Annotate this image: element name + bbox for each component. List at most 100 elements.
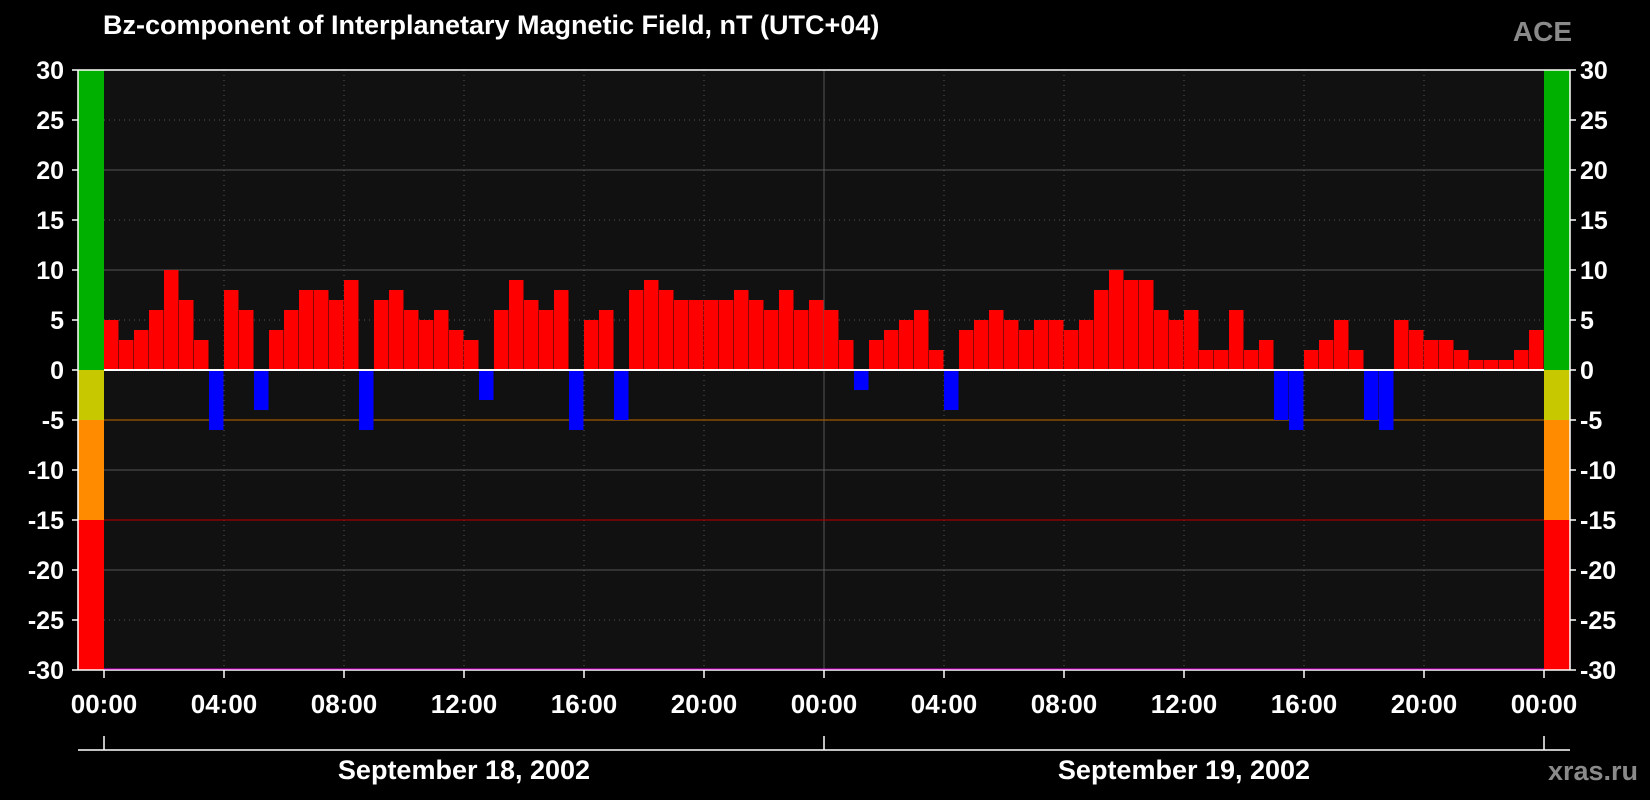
data-bar — [194, 340, 209, 370]
data-bar — [1019, 330, 1034, 370]
data-bar — [1334, 320, 1349, 370]
y-tick-label-right: 15 — [1580, 207, 1608, 235]
data-bar — [1049, 320, 1064, 370]
data-bar — [899, 320, 914, 370]
data-bar — [329, 300, 344, 370]
data-bar — [1139, 280, 1154, 370]
data-bar — [179, 300, 194, 370]
data-bar — [839, 340, 854, 370]
y-tick-label-right: 20 — [1580, 157, 1608, 185]
color-band-right — [1544, 520, 1570, 670]
data-bar — [239, 310, 254, 370]
data-bar — [584, 320, 599, 370]
data-bar — [809, 300, 824, 370]
data-bar — [1454, 350, 1469, 370]
data-bar — [1529, 330, 1544, 370]
data-bar — [1154, 310, 1169, 370]
x-tick-label: 00:00 — [71, 689, 138, 719]
data-bar — [164, 270, 179, 370]
data-bar — [1274, 370, 1289, 420]
data-bar — [854, 370, 869, 390]
x-tick-label: 16:00 — [1271, 689, 1338, 719]
data-bar — [1469, 360, 1484, 370]
data-bar — [1199, 350, 1214, 370]
y-tick-label-right: 0 — [1580, 357, 1594, 385]
data-bar — [1214, 350, 1229, 370]
data-bar — [1094, 290, 1109, 370]
x-tick-label: 04:00 — [911, 689, 978, 719]
x-tick-label: 16:00 — [551, 689, 618, 719]
y-tick-label-right: -30 — [1580, 657, 1616, 685]
data-bar — [119, 340, 134, 370]
data-bar — [764, 310, 779, 370]
data-bar — [134, 330, 149, 370]
x-tick-label: 12:00 — [431, 689, 498, 719]
data-bar — [914, 310, 929, 370]
bz-chart: 30 30 25 25 20 20 15 15 10 10 5 5 0 0 -5 -5 -10 -10 -15 -15… — [28, 57, 1616, 785]
x-tick-label: 12:00 — [1151, 689, 1218, 719]
data-bar — [389, 290, 404, 370]
date-label: September 18, 2002 — [338, 755, 590, 785]
data-bar — [629, 290, 644, 370]
y-tick-label-left: -15 — [28, 507, 64, 535]
x-tick-label: 20:00 — [671, 689, 738, 719]
color-band-left — [78, 70, 104, 370]
data-bar — [959, 330, 974, 370]
data-bar — [344, 280, 359, 370]
date-label: September 19, 2002 — [1058, 755, 1310, 785]
x-tick-label: 00:00 — [791, 689, 858, 719]
data-bar — [299, 290, 314, 370]
data-bar — [104, 320, 119, 370]
data-bar — [1064, 330, 1079, 370]
y-tick-label-left: 5 — [50, 307, 64, 335]
data-bar — [1304, 350, 1319, 370]
data-bar — [659, 290, 674, 370]
data-bar — [269, 330, 284, 370]
data-bar — [554, 290, 569, 370]
y-tick-label-right: -20 — [1580, 557, 1616, 585]
data-bar — [704, 300, 719, 370]
data-bar — [689, 300, 704, 370]
data-bar — [1349, 350, 1364, 370]
data-bar — [1394, 320, 1409, 370]
data-bar — [149, 310, 164, 370]
data-bar — [509, 280, 524, 370]
y-tick-label-left: -10 — [28, 457, 64, 485]
data-bar — [644, 280, 659, 370]
y-tick-label-left: 25 — [36, 107, 64, 135]
y-tick-label-right: 30 — [1580, 57, 1608, 85]
data-bar — [224, 290, 239, 370]
color-band-right — [1544, 370, 1570, 420]
y-tick-label-right: 5 — [1580, 307, 1594, 335]
y-tick-label-right: 10 — [1580, 257, 1608, 285]
data-bar — [524, 300, 539, 370]
data-bar — [929, 350, 944, 370]
data-bar — [1229, 310, 1244, 370]
data-bar — [734, 290, 749, 370]
data-bar — [779, 290, 794, 370]
data-bar — [869, 340, 884, 370]
color-band-left — [78, 420, 104, 520]
color-band-left — [78, 370, 104, 420]
data-bar — [719, 300, 734, 370]
y-tick-label-left: 20 — [36, 157, 64, 185]
x-tick-label: 00:00 — [1511, 689, 1578, 719]
data-bar — [1424, 340, 1439, 370]
data-bar — [989, 310, 1004, 370]
data-bar — [974, 320, 989, 370]
y-tick-label-left: -20 — [28, 557, 64, 585]
data-bar — [419, 320, 434, 370]
color-band-right — [1544, 420, 1570, 520]
y-tick-label-right: -25 — [1580, 607, 1616, 635]
data-bar — [254, 370, 269, 410]
data-bar — [464, 340, 479, 370]
x-tick-label: 08:00 — [1031, 689, 1098, 719]
data-bar — [494, 310, 509, 370]
data-bar — [284, 310, 299, 370]
y-tick-label-left: -5 — [42, 407, 64, 435]
data-bar — [569, 370, 584, 430]
data-bar — [749, 300, 764, 370]
y-tick-label-left: -30 — [28, 657, 64, 685]
x-tick-label: 20:00 — [1391, 689, 1458, 719]
y-tick-label-left: 10 — [36, 257, 64, 285]
